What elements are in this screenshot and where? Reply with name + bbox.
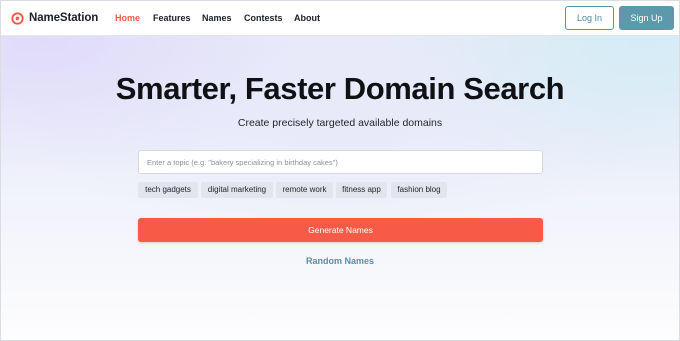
page-frame: NameStation Home Features Names Contests… [0,0,680,341]
nav-about[interactable]: About [294,13,320,23]
chip-digital-marketing[interactable]: digital marketing [201,182,273,198]
generate-names-button[interactable]: Generate Names [138,218,543,242]
chip-fitness-app[interactable]: fitness app [336,182,387,198]
chip-remote-work[interactable]: remote work [276,182,333,198]
chip-fashion-blog[interactable]: fashion blog [391,182,447,198]
hero-title: Smarter, Faster Domain Search [115,71,565,106]
hero-subtitle: Create precisely targeted available doma… [237,117,443,129]
login-button[interactable]: Log In [565,6,614,30]
chip-tech-gadgets[interactable]: tech gadgets [138,182,198,198]
nav-home[interactable]: Home [115,13,140,23]
at-sign-logo-icon [11,11,24,25]
nav-contests[interactable]: Contests [244,13,283,23]
signup-button[interactable]: Sign Up [619,6,674,30]
nav-names[interactable]: Names [202,13,232,23]
random-names-link[interactable]: Random Names [1,256,679,266]
brand-name: NameStation [29,12,99,24]
top-navbar: NameStation Home Features Names Contests… [1,1,679,36]
nav-features[interactable]: Features [153,13,191,23]
topic-search-input[interactable] [138,150,543,174]
brand-logo[interactable]: NameStation [11,11,98,25]
